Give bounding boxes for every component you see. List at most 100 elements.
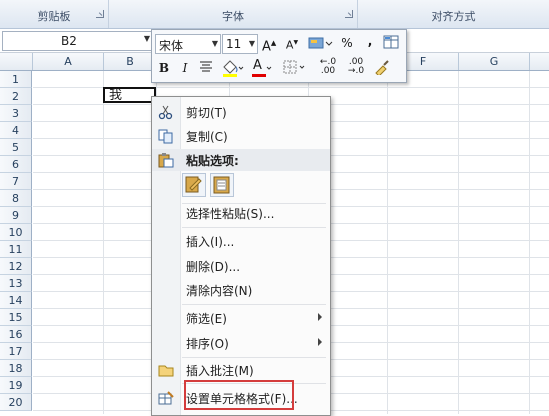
shrink-font-button[interactable]: A▼ xyxy=(285,34,299,52)
row-header[interactable]: 11 xyxy=(0,241,32,258)
menu-item-label: 剪切(T) xyxy=(186,106,227,120)
clipboard-group[interactable]: 剪贴板 xyxy=(0,0,109,28)
decrease-decimal-button[interactable]: .00 →.0 xyxy=(344,58,368,76)
row-header[interactable]: 6 xyxy=(0,156,32,173)
accounting-format-icon xyxy=(308,37,333,49)
row-header[interactable]: 16 xyxy=(0,326,32,343)
row-header[interactable]: 10 xyxy=(0,224,32,241)
row-header[interactable]: 7 xyxy=(0,173,32,190)
borders-icon xyxy=(283,60,305,74)
menu-item-label: 排序(O) xyxy=(186,337,229,351)
comma-style-button[interactable]: , xyxy=(364,32,376,50)
font-color-label: A xyxy=(253,58,262,73)
italic-button[interactable]: I xyxy=(178,59,192,77)
menu-item-paste-special[interactable]: 选择性粘贴(S)... xyxy=(152,202,330,224)
row-header[interactable]: 1 xyxy=(0,71,32,88)
name-box[interactable]: B2 ▼ xyxy=(2,31,154,51)
bold-button[interactable]: B xyxy=(156,59,172,77)
increase-decimal-label: ←.0 .00 xyxy=(319,57,337,76)
menu-item-cut[interactable]: 剪切(T) xyxy=(152,101,330,123)
paste-option-keep-format-button[interactable] xyxy=(182,173,206,197)
menu-item-label: 粘贴选项: xyxy=(186,154,239,168)
row-header[interactable]: 19 xyxy=(0,377,32,394)
row-header[interactable]: 15 xyxy=(0,309,32,326)
menu-separator xyxy=(182,227,326,228)
chevron-down-icon[interactable]: ▼ xyxy=(144,34,150,43)
menu-item-filter[interactable]: 筛选(E) xyxy=(152,307,330,329)
center-align-button[interactable] xyxy=(198,59,214,77)
paste-values-icon xyxy=(213,176,230,194)
menu-item-label: 复制(C) xyxy=(186,130,228,144)
clipboard-group-label: 剪贴板 xyxy=(37,10,71,23)
grow-font-button[interactable]: A▲ xyxy=(262,34,276,54)
column-header-a[interactable]: A xyxy=(33,53,104,70)
format-painter-grid-button[interactable] xyxy=(381,34,401,52)
mini-toolbar: 宋体 ▼ 11 ▼ A▲ A▼ % , B I A ←.0 .00 .00 →.… xyxy=(151,29,407,83)
gridline xyxy=(103,71,104,414)
alignment-group-label: 对齐方式 xyxy=(431,10,476,23)
gridline xyxy=(458,71,459,414)
menu-separator xyxy=(182,357,326,358)
table-format-icon xyxy=(383,35,399,49)
font-group-label: 字体 xyxy=(222,10,244,23)
format-cells-icon xyxy=(158,391,174,405)
comment-icon xyxy=(158,365,174,377)
font-dialog-launcher-icon[interactable] xyxy=(345,10,353,18)
menu-item-insert[interactable]: 插入(I)... xyxy=(152,230,330,252)
select-all-corner[interactable] xyxy=(0,53,33,70)
row-header[interactable]: 3 xyxy=(0,105,32,122)
row-header[interactable]: 20 xyxy=(0,394,32,411)
menu-item-label: 插入批注(M) xyxy=(186,364,254,378)
chevron-down-icon[interactable]: ▼ xyxy=(212,39,218,48)
menu-item-label: 筛选(E) xyxy=(186,312,227,326)
menu-item-label: 选择性粘贴(S)... xyxy=(186,207,275,221)
context-menu: 剪切(T) 复制(C) 粘贴选项: 选择性粘贴(S)... 插入(I)... 删… xyxy=(151,96,331,416)
menu-separator xyxy=(182,304,326,305)
row-header[interactable]: 12 xyxy=(0,258,32,275)
font-size-select[interactable]: 11 ▼ xyxy=(222,34,258,54)
font-name-select[interactable]: 宋体 ▼ xyxy=(155,34,221,54)
menu-item-sort[interactable]: 排序(O) xyxy=(152,332,330,354)
accounting-format-button[interactable] xyxy=(306,34,334,52)
menu-item-copy[interactable]: 复制(C) xyxy=(152,125,330,147)
borders-button[interactable] xyxy=(282,59,308,77)
row-header[interactable]: 17 xyxy=(0,343,32,360)
menu-item-label: 插入(I)... xyxy=(186,235,235,249)
fill-color-button[interactable] xyxy=(220,58,244,77)
row-header[interactable]: 13 xyxy=(0,275,32,292)
menu-item-delete[interactable]: 删除(D)... xyxy=(152,255,330,277)
menu-item-insert-comment[interactable]: 插入批注(M) xyxy=(152,359,330,381)
alignment-group[interactable]: 对齐方式 xyxy=(358,0,549,28)
row-header[interactable]: 5 xyxy=(0,139,32,156)
fill-color-swatch xyxy=(223,74,237,77)
row-header[interactable]: 18 xyxy=(0,360,32,377)
increase-decimal-button[interactable]: ←.0 .00 xyxy=(316,58,340,76)
clipboard-dialog-launcher-icon[interactable] xyxy=(96,10,104,18)
gridline xyxy=(529,71,530,414)
row-header[interactable]: 8 xyxy=(0,190,32,207)
decrease-decimal-label: .00 →.0 xyxy=(347,57,365,76)
percent-style-button[interactable]: % xyxy=(340,34,354,52)
align-center-icon xyxy=(200,61,212,72)
format-painter-button[interactable] xyxy=(372,59,392,77)
row-header[interactable]: 14 xyxy=(0,292,32,309)
row-header[interactable]: 9 xyxy=(0,207,32,224)
paste-keep-format-icon xyxy=(185,176,202,193)
font-group[interactable]: 字体 xyxy=(109,0,358,28)
font-size-value: 11 xyxy=(226,37,242,51)
font-color-button[interactable]: A xyxy=(250,58,274,77)
menu-item-label: 清除内容(N) xyxy=(186,284,253,298)
copy-icon xyxy=(158,129,173,144)
paste-option-values-button[interactable] xyxy=(210,173,234,197)
column-header-g[interactable]: G xyxy=(459,53,530,70)
column-header-b[interactable]: B xyxy=(104,53,157,70)
ribbon-group-bar: 剪贴板 字体 对齐方式 xyxy=(0,0,549,29)
active-cell[interactable]: 我 xyxy=(103,87,158,105)
row-header[interactable]: 4 xyxy=(0,122,32,139)
chevron-down-icon[interactable]: ▼ xyxy=(249,39,255,48)
name-box-value: B2 xyxy=(61,34,77,48)
menu-item-clear-contents[interactable]: 清除内容(N) xyxy=(152,279,330,301)
row-header[interactable]: 2 xyxy=(0,88,32,105)
submenu-arrow-icon xyxy=(318,313,322,321)
menu-header-paste-options: 粘贴选项: xyxy=(152,149,330,171)
